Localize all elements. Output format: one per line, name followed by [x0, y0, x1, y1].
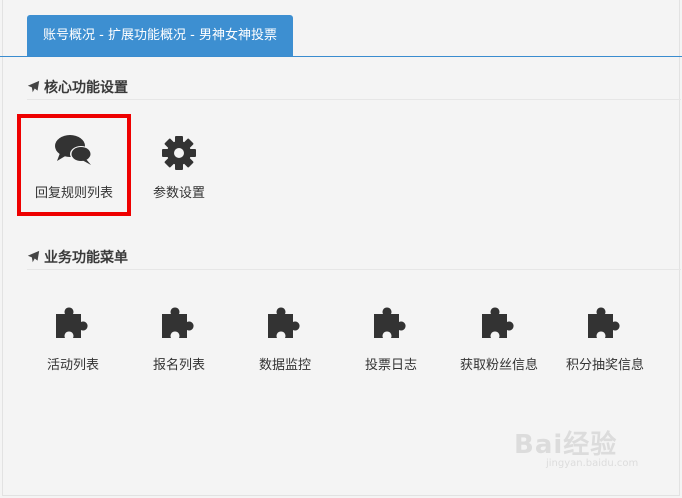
puzzle-icon	[268, 307, 300, 338]
section-title-business-text: 业务功能菜单	[44, 250, 128, 266]
section-title-business: 业务功能菜单	[27, 247, 681, 270]
tile-label: 积分抽奖信息	[565, 358, 644, 373]
plane-icon	[27, 250, 40, 263]
tile-label: 活动列表	[46, 358, 99, 373]
watermark-url: jingyan.baidu.com	[546, 458, 639, 469]
puzzle-icon	[162, 307, 194, 338]
tile-data-monitor[interactable]: 数据监控	[232, 290, 338, 386]
tile-params[interactable]: 参数设置	[126, 118, 232, 214]
tile-vote-log[interactable]: 投票日志	[338, 290, 444, 386]
tile-label: 数据监控	[258, 358, 311, 373]
watermark-text: Bai经验	[514, 430, 618, 460]
tile-signup-list[interactable]: 报名列表	[126, 290, 232, 386]
tab-account-overview[interactable]: 账号概况 - 扩展功能概况 - 男神女神投票	[27, 15, 293, 56]
tile-label: 报名列表	[152, 358, 205, 373]
tab-bar: 账号概况 - 扩展功能概况 - 男神女神投票	[0, 15, 682, 57]
section-title-core-text: 核心功能设置	[44, 80, 128, 96]
puzzle-icon	[56, 307, 88, 338]
baidu-watermark: Bai经验 jingyan.baidu.com	[514, 422, 644, 472]
gear-icon	[162, 136, 196, 170]
tile-label: 投票日志	[364, 358, 417, 373]
puzzle-icon	[588, 307, 620, 338]
highlight-box	[17, 114, 131, 216]
tile-activity-list[interactable]: 活动列表	[20, 290, 126, 386]
plane-icon	[27, 80, 40, 93]
tile-fans-info[interactable]: 获取粉丝信息	[446, 290, 552, 386]
tile-label: 参数设置	[152, 186, 205, 201]
tile-label: 获取粉丝信息	[459, 358, 538, 373]
puzzle-icon	[482, 307, 514, 338]
section-title-core: 核心功能设置	[27, 77, 681, 100]
tile-lottery-info[interactable]: 积分抽奖信息	[552, 290, 658, 386]
puzzle-icon	[374, 307, 406, 338]
